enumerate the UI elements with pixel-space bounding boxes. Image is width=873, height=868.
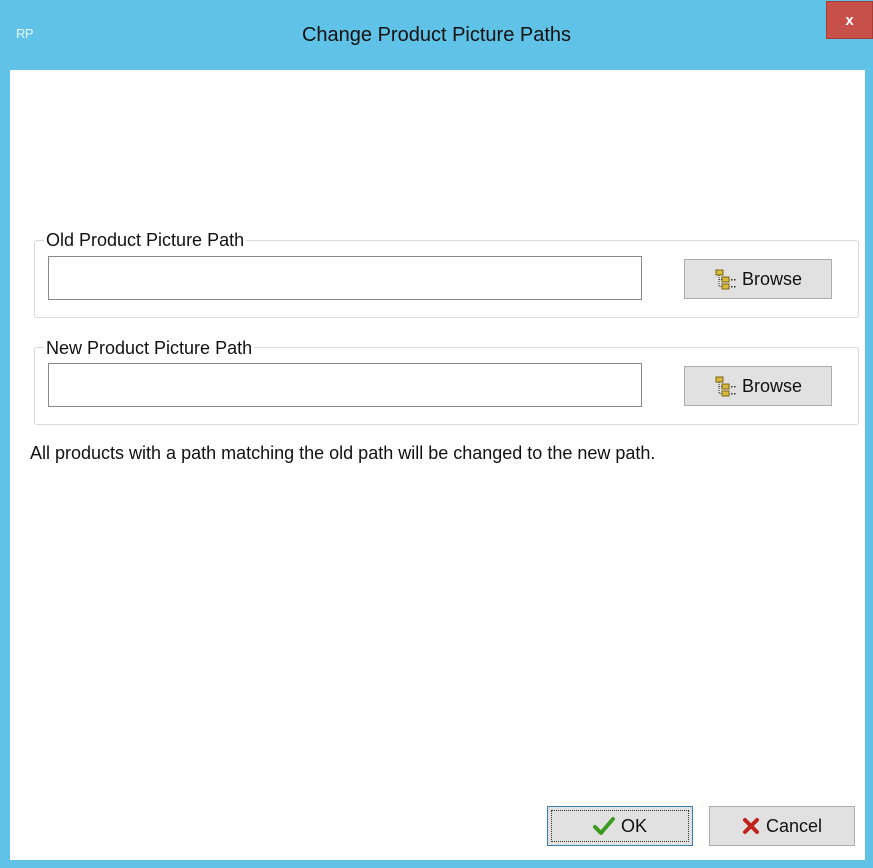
info-note: All products with a path matching the ol… [30, 443, 656, 463]
new-path-label: New Product Picture Path [44, 338, 255, 358]
ok-button[interactable]: OK [547, 806, 693, 846]
title-bar[interactable]: RP Change Product Picture Paths x [0, 0, 873, 70]
browse-label: Browse [741, 375, 803, 396]
cancel-label: Cancel [765, 815, 823, 836]
cancel-button[interactable]: Cancel [709, 806, 855, 846]
old-path-input[interactable] [48, 256, 642, 300]
new-path-input[interactable] [48, 363, 642, 407]
dialog-body: Old Product Picture Path Browse New Prod… [10, 70, 865, 860]
checkmark-icon [592, 816, 615, 836]
x-mark-icon [742, 817, 760, 835]
browse-label: Browse [741, 268, 803, 289]
folder-tree-icon [714, 268, 736, 290]
window-title: Change Product Picture Paths [301, 24, 572, 46]
new-path-browse-button[interactable]: Browse [684, 366, 832, 406]
folder-tree-icon [714, 375, 736, 397]
ok-label: OK [620, 815, 647, 836]
close-button[interactable]: x [826, 1, 873, 39]
old-path-label: Old Product Picture Path [44, 230, 247, 250]
close-icon: x [845, 11, 854, 29]
old-path-browse-button[interactable]: Browse [684, 259, 832, 299]
